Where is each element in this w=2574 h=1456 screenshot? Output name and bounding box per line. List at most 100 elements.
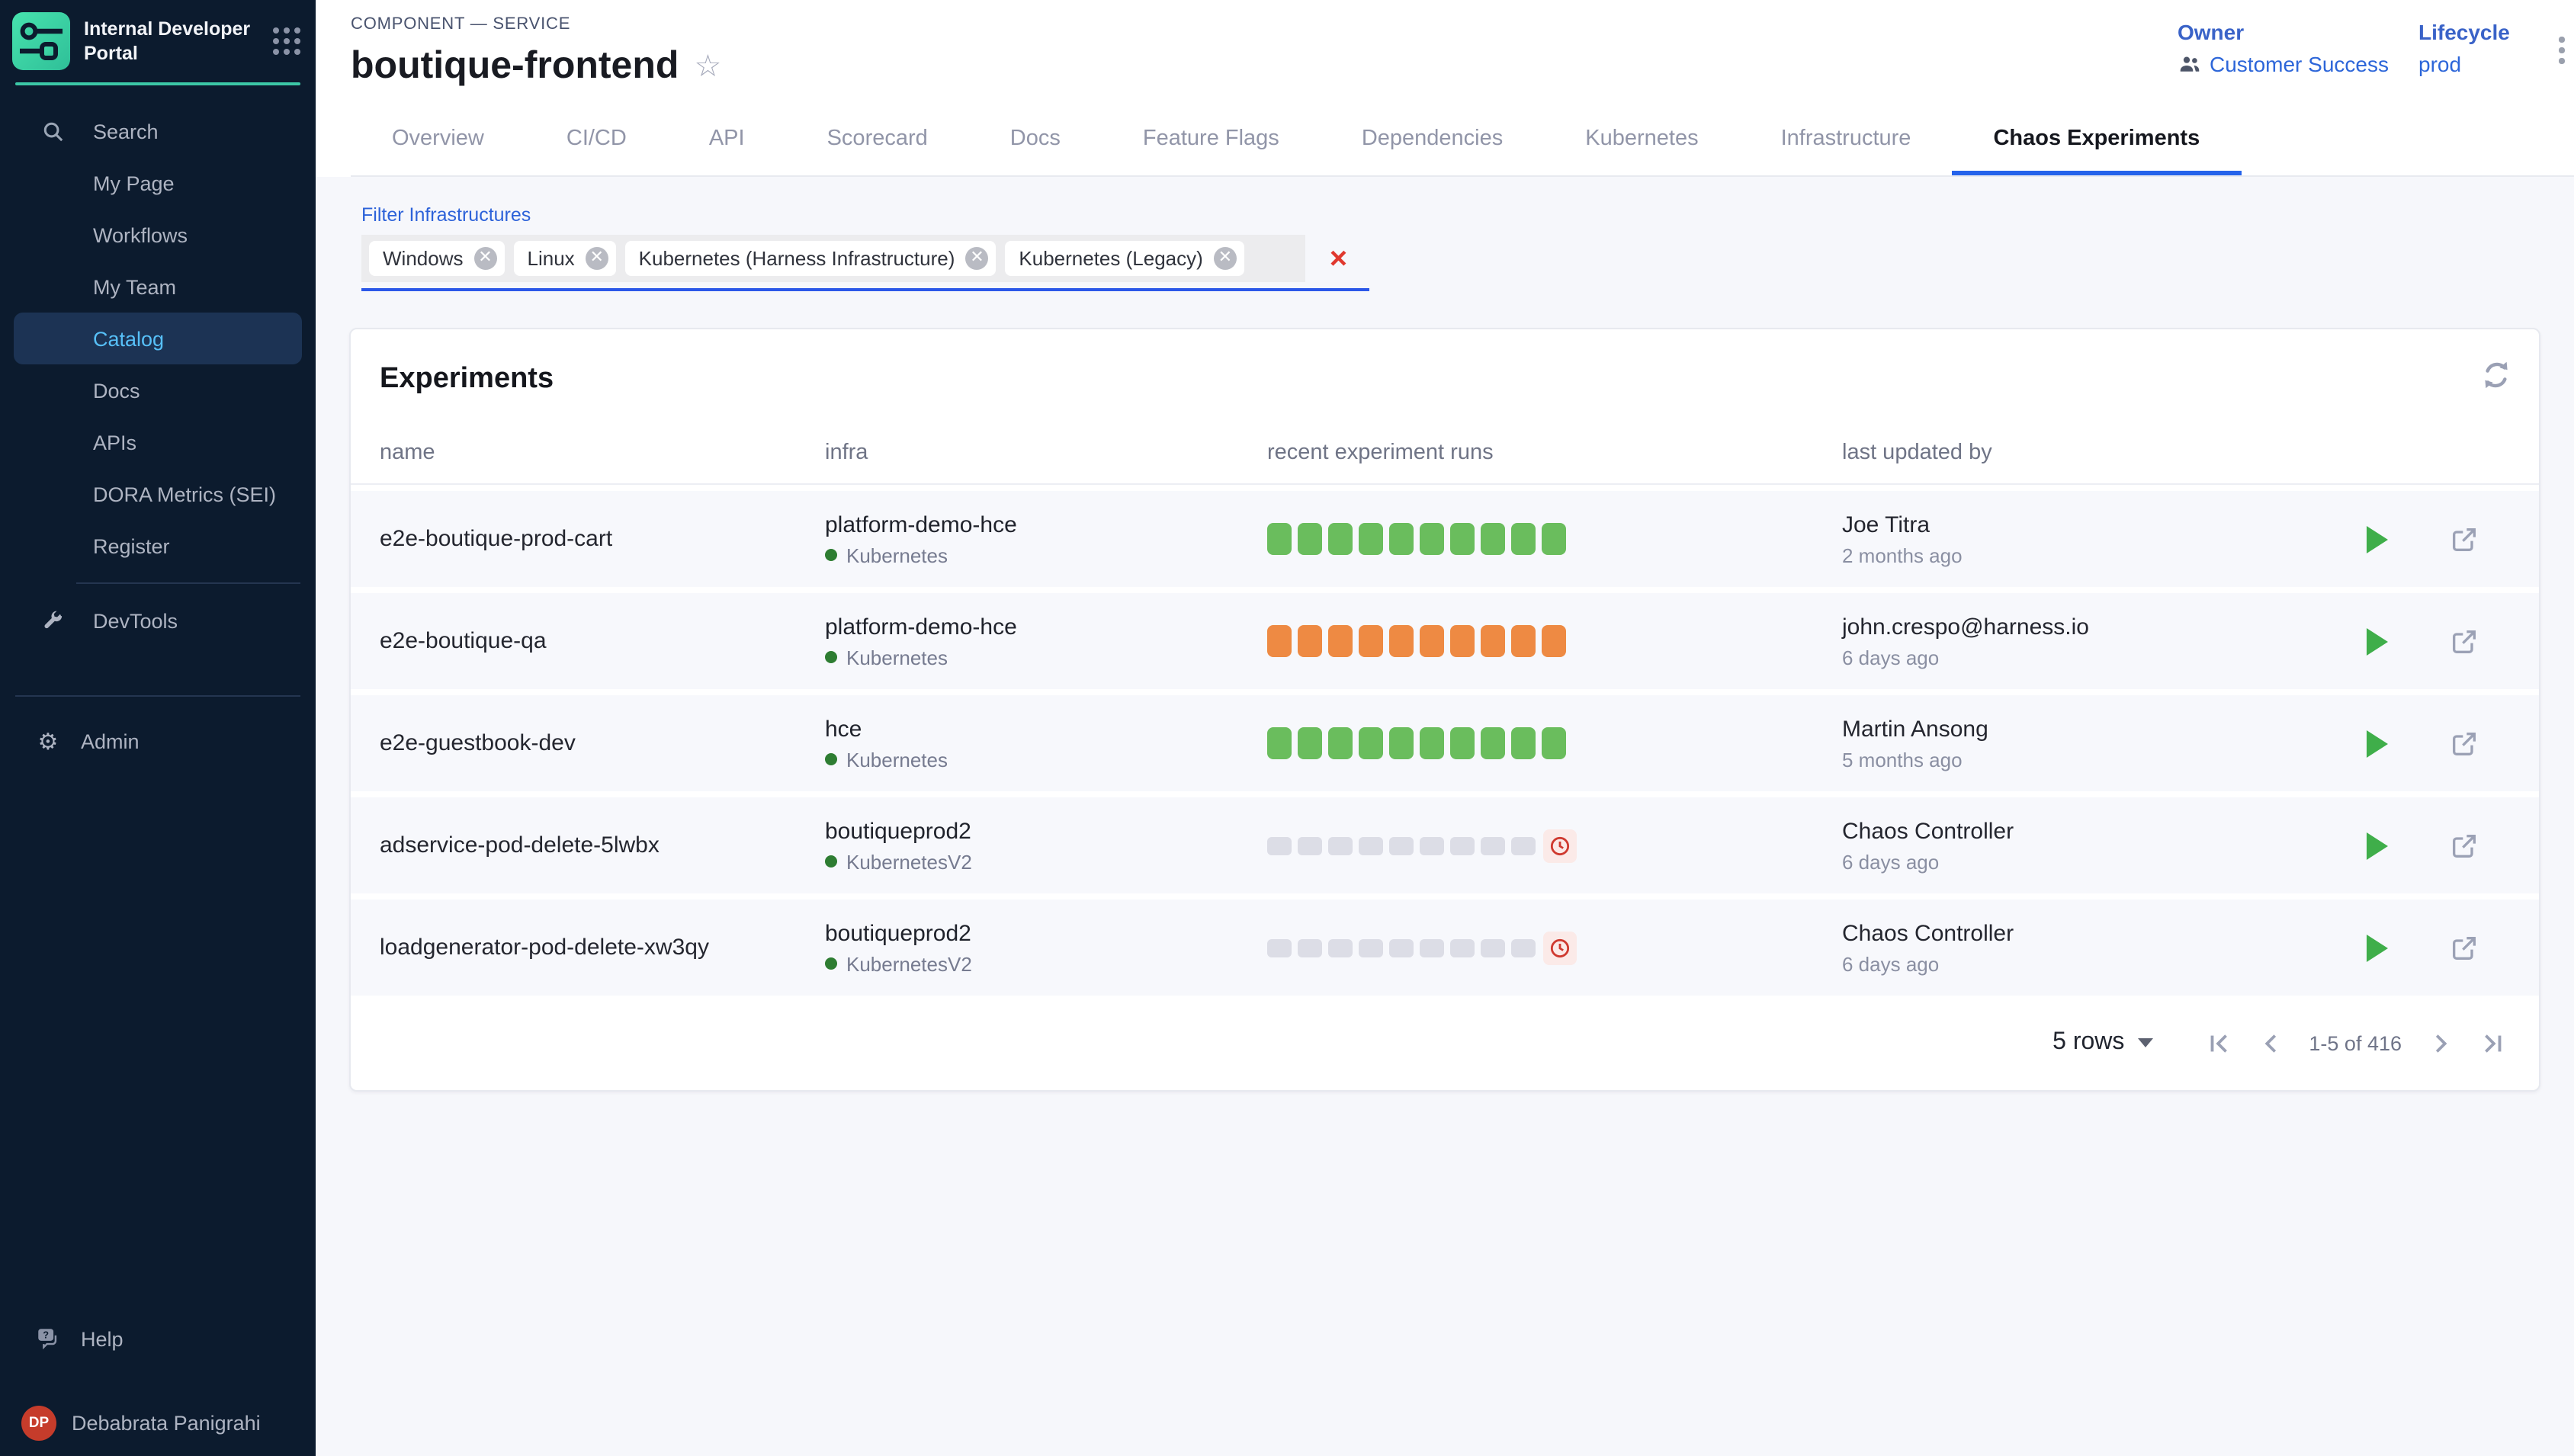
run-indicator[interactable] [1298,727,1322,759]
tab-infrastructure[interactable]: Infrastructure [1740,107,1953,175]
tab-dependencies[interactable]: Dependencies [1321,107,1544,175]
sidebar-item-docs[interactable]: Docs [14,364,302,416]
run-indicator[interactable] [1267,523,1292,555]
run-indicator[interactable] [1450,523,1475,555]
run-indicator[interactable] [1298,625,1322,657]
run-indicator[interactable] [1481,523,1505,555]
run-indicator[interactable] [1359,727,1383,759]
run-experiment-button[interactable] [2367,832,2388,859]
run-indicator[interactable] [1511,938,1536,957]
run-indicator[interactable] [1450,625,1475,657]
sidebar-item-search[interactable]: Search [14,105,302,157]
sidebar-item-dora-metrics[interactable]: DORA Metrics (SEI) [14,468,302,520]
run-indicator[interactable] [1450,938,1475,957]
tab-chaos-experiments[interactable]: Chaos Experiments [1952,107,2241,175]
run-indicator[interactable] [1481,938,1505,957]
run-indicator[interactable] [1450,727,1475,759]
tab-overview[interactable]: Overview [351,107,525,175]
run-indicator[interactable] [1389,938,1414,957]
user-menu[interactable]: DP Debabrata Panigrahi [0,1398,316,1447]
run-experiment-button[interactable] [2367,525,2388,553]
owner-link[interactable]: Customer Success [2178,52,2389,76]
run-indicator[interactable] [1481,625,1505,657]
run-indicator[interactable] [1420,836,1444,855]
next-page-button[interactable] [2414,1017,2466,1069]
chip-remove-icon[interactable]: ✕ [1214,247,1237,270]
run-indicator[interactable] [1359,523,1383,555]
run-indicator[interactable] [1511,836,1536,855]
run-indicator[interactable] [1389,836,1414,855]
run-indicator[interactable] [1328,938,1353,957]
run-indicator[interactable] [1359,836,1383,855]
run-indicator[interactable] [1542,727,1566,759]
filter-chips-input[interactable]: Windows ✕ Linux ✕ Kubernetes (Harness In… [361,235,1305,282]
run-indicator[interactable] [1389,727,1414,759]
scheduled-clock-icon[interactable] [1543,829,1577,862]
favorite-star-icon[interactable]: ☆ [694,51,721,82]
apps-grid-icon[interactable] [273,27,300,55]
run-indicator[interactable] [1328,727,1353,759]
run-experiment-button[interactable] [2367,627,2388,655]
run-experiment-button[interactable] [2367,730,2388,757]
run-indicator[interactable] [1511,625,1536,657]
sidebar-item-admin[interactable]: ⚙ Admin [14,715,302,767]
run-indicator[interactable] [1328,836,1353,855]
run-indicator[interactable] [1542,523,1566,555]
run-indicator[interactable] [1389,625,1414,657]
tab-kubernetes[interactable]: Kubernetes [1544,107,1739,175]
run-indicator[interactable] [1420,727,1444,759]
sidebar-item-apis[interactable]: APIs [14,416,302,468]
run-indicator[interactable] [1298,836,1322,855]
run-indicator[interactable] [1298,938,1322,957]
run-indicator[interactable] [1267,938,1292,957]
table-row[interactable]: loadgenerator-pod-delete-xw3qy boutiquep… [351,900,2539,996]
sidebar-item-my-page[interactable]: My Page [14,157,302,209]
sidebar-item-help[interactable]: ? Help [14,1313,302,1365]
scheduled-clock-icon[interactable] [1543,931,1577,964]
tab-api[interactable]: API [668,107,786,175]
table-row[interactable]: e2e-boutique-prod-cart platform-demo-hce… [351,491,2539,587]
chip-remove-icon[interactable]: ✕ [965,247,988,270]
run-indicator[interactable] [1328,523,1353,555]
open-experiment-icon[interactable] [2449,524,2479,554]
run-indicator[interactable] [1450,836,1475,855]
table-row[interactable]: e2e-guestbook-dev hce Kubernetes Martin … [351,695,2539,791]
run-indicator[interactable] [1511,727,1536,759]
run-indicator[interactable] [1359,625,1383,657]
rows-per-page-select[interactable]: 5 rows [2052,1029,2153,1057]
sidebar-item-catalog[interactable]: Catalog [14,313,302,364]
run-indicator[interactable] [1267,727,1292,759]
run-indicator[interactable] [1542,625,1566,657]
first-page-button[interactable] [2193,1017,2245,1069]
tab-cicd[interactable]: CI/CD [525,107,668,175]
open-experiment-icon[interactable] [2449,932,2479,963]
previous-page-button[interactable] [2245,1017,2296,1069]
tab-docs[interactable]: Docs [969,107,1102,175]
kebab-menu-icon[interactable] [2553,30,2570,69]
table-row[interactable]: e2e-boutique-qa platform-demo-hce Kubern… [351,593,2539,689]
tab-scorecard[interactable]: Scorecard [786,107,969,175]
sidebar-item-my-team[interactable]: My Team [14,261,302,313]
run-indicator[interactable] [1420,523,1444,555]
run-indicator[interactable] [1328,625,1353,657]
run-indicator[interactable] [1511,523,1536,555]
run-indicator[interactable] [1389,523,1414,555]
table-row[interactable]: adservice-pod-delete-5lwbx boutiqueprod2… [351,797,2539,893]
run-indicator[interactable] [1359,938,1383,957]
sidebar-item-devtools[interactable]: DevTools [14,595,302,646]
filter-label[interactable]: Filter Infrastructures [361,204,2574,226]
run-indicator[interactable] [1420,938,1444,957]
refresh-icon[interactable] [2478,357,2515,393]
run-experiment-button[interactable] [2367,934,2388,961]
open-experiment-icon[interactable] [2449,830,2479,861]
sidebar-item-workflows[interactable]: Workflows [14,209,302,261]
open-experiment-icon[interactable] [2449,728,2479,758]
open-experiment-icon[interactable] [2449,626,2479,656]
run-indicator[interactable] [1298,523,1322,555]
chip-remove-icon[interactable]: ✕ [586,247,608,270]
run-indicator[interactable] [1267,625,1292,657]
last-page-button[interactable] [2466,1017,2518,1069]
run-indicator[interactable] [1420,625,1444,657]
sidebar-item-register[interactable]: Register [14,520,302,572]
run-indicator[interactable] [1481,727,1505,759]
